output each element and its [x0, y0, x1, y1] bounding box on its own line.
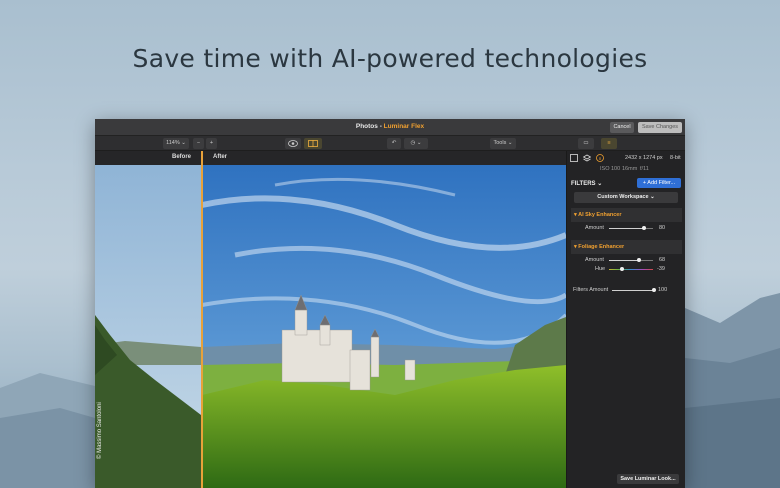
- before-label: Before: [172, 154, 192, 160]
- hue-label: Hue: [595, 266, 606, 272]
- layers-icon[interactable]: [583, 154, 591, 162]
- compare-split-icon[interactable]: [304, 138, 322, 149]
- save-changes-button[interactable]: Save Changes: [638, 122, 682, 133]
- tools-menu[interactable]: Tools ⌄: [490, 138, 516, 149]
- zoom-value: 114%: [166, 140, 180, 146]
- foliage-amount-value: 68: [659, 257, 666, 263]
- info-icon[interactable]: [596, 154, 604, 162]
- sky-amount-value: 80: [659, 225, 666, 231]
- hue-knob[interactable]: [620, 267, 624, 271]
- app-window: Photos - Luminar Flex Cancel Save Change…: [95, 119, 685, 488]
- after-label: After: [213, 154, 228, 160]
- hue-value: -39: [657, 266, 665, 272]
- foliage-enhancer-title-label: Foliage Enhancer: [578, 244, 625, 250]
- workspace-select[interactable]: Custom Workspace ⌄: [574, 192, 678, 203]
- zoom-select[interactable]: 114% ⌄: [163, 138, 189, 149]
- toolbar: 114% ⌄ − + ↶ ◷ ⌄ Tools ⌄ ▭ ≡: [95, 136, 685, 151]
- preview-eye-icon[interactable]: [285, 138, 301, 149]
- histogram-icon[interactable]: [570, 154, 578, 162]
- zoom-in-button[interactable]: +: [206, 138, 217, 149]
- filters-label: FILTERS: [571, 181, 596, 187]
- filters-heading[interactable]: FILTERS ⌄: [571, 180, 602, 187]
- hue-slider[interactable]: [609, 269, 653, 270]
- bit-depth: 8-bit: [670, 155, 681, 161]
- sky-amount-fill: [609, 228, 644, 229]
- headline: Save time with AI-powered technologies: [132, 44, 648, 73]
- undo-icon[interactable]: ↶: [387, 138, 401, 149]
- sky-amount-label: Amount: [585, 225, 604, 231]
- filters-amount-knob[interactable]: [652, 288, 656, 292]
- photo-credit: © Massimo Santoloni: [97, 402, 103, 459]
- filters-amount-label: Filters Amount: [573, 287, 609, 293]
- save-luminar-look-button[interactable]: Save Luminar Look...: [617, 474, 679, 484]
- filters-amount-value: 100: [658, 287, 668, 293]
- image-size: 2432 x 1274 px: [625, 155, 663, 161]
- tools-label: Tools: [493, 140, 507, 146]
- filmstrip-icon[interactable]: ▭: [578, 138, 594, 149]
- add-filter-button[interactable]: + Add Filter...: [637, 178, 681, 188]
- focal-length: 16mm: [622, 166, 638, 172]
- filters-amount-fill: [612, 290, 654, 291]
- window-title: Photos - Luminar Flex: [95, 123, 685, 130]
- sky-enhancer-title-label: AI Sky Enhancer: [578, 212, 622, 218]
- photo-canvas[interactable]: [95, 165, 566, 488]
- workspace-label: Custom Workspace: [597, 194, 649, 200]
- foliage-amount-fill: [609, 260, 639, 261]
- sky-amount-knob[interactable]: [642, 226, 646, 230]
- chevron-down-icon: ⌄: [181, 140, 186, 146]
- title-app-name: Luminar Flex: [383, 123, 425, 130]
- aperture: f/11: [640, 166, 649, 172]
- compare-divider-handle[interactable]: [201, 151, 203, 488]
- adjustments-sliders-icon[interactable]: ≡: [601, 138, 617, 149]
- sky-enhancer-header[interactable]: ▾ AI Sky Enhancer: [571, 208, 682, 222]
- foliage-amount-label: Amount: [585, 257, 604, 263]
- compare-labels-bar: Before After: [95, 151, 566, 165]
- foliage-amount-knob[interactable]: [637, 258, 641, 262]
- foliage-enhancer-title: ▾ Foliage Enhancer: [574, 244, 625, 250]
- history-clock-icon[interactable]: ◷ ⌄: [404, 138, 428, 149]
- iso-value: ISO 100: [600, 166, 621, 172]
- filters-panel: 2432 x 1274 px 8-bit ISO 100 16mm f/11 F…: [566, 151, 685, 488]
- title-prefix: Photos -: [355, 123, 384, 130]
- title-bar: Photos - Luminar Flex Cancel Save Change…: [95, 119, 685, 136]
- foliage-enhancer-header[interactable]: ▾ Foliage Enhancer: [571, 240, 682, 254]
- sky-enhancer-title: ▾ AI Sky Enhancer: [574, 212, 622, 218]
- cancel-button[interactable]: Cancel: [610, 122, 634, 133]
- zoom-out-button[interactable]: −: [193, 138, 204, 149]
